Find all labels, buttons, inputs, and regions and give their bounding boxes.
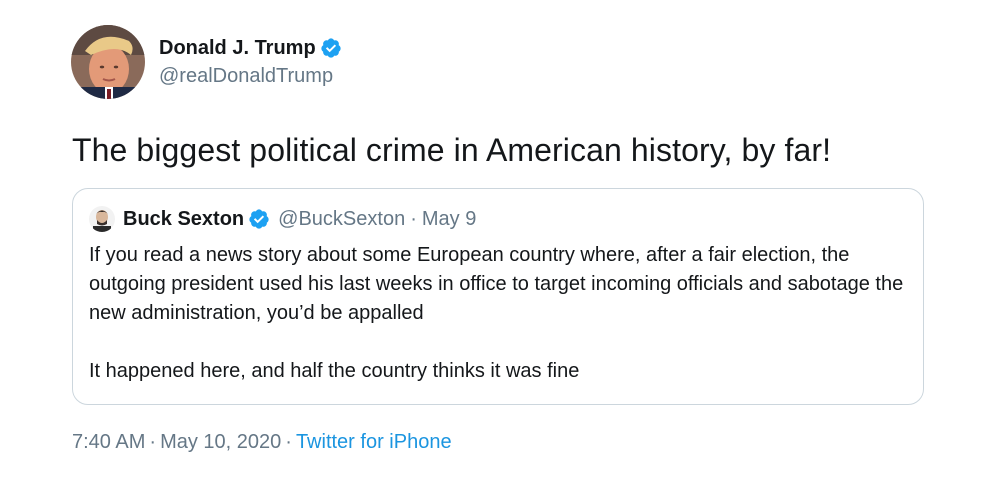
quoted-author-avatar[interactable] bbox=[89, 206, 115, 232]
tweet-date[interactable]: May 10, 2020 bbox=[160, 431, 281, 453]
tweet-text: The biggest political crime in American … bbox=[72, 132, 832, 168]
author-handle[interactable]: @realDonaldTrump bbox=[159, 63, 342, 89]
author-avatar[interactable] bbox=[71, 25, 145, 99]
separator-dot: · bbox=[410, 207, 417, 230]
tweet-source-link[interactable]: Twitter for iPhone bbox=[296, 431, 452, 453]
quoted-tweet[interactable]: Buck Sexton @BuckSexton · May 9 If you r… bbox=[72, 188, 924, 405]
quoted-tweet-date: May 9 bbox=[421, 207, 477, 230]
profile-photo-icon bbox=[89, 206, 115, 232]
verified-badge-icon bbox=[249, 209, 269, 229]
quoted-tweet-body: If you read a news story about some Euro… bbox=[89, 241, 907, 386]
quoted-tweet-paragraph: It happened here, and half the country t… bbox=[89, 360, 580, 382]
quoted-author-handle: @BuckSexton bbox=[278, 207, 406, 230]
quoted-author-name: Buck Sexton bbox=[123, 207, 245, 230]
author-info: Donald J. Trump @realDonaldTrump bbox=[159, 35, 342, 89]
author-name[interactable]: Donald J. Trump bbox=[159, 35, 316, 61]
profile-photo-icon bbox=[71, 25, 145, 99]
quoted-tweet-paragraph: If you read a news story about some Euro… bbox=[89, 244, 904, 324]
quoted-tweet-header: Buck Sexton @BuckSexton · May 9 bbox=[89, 205, 907, 233]
separator-dot: · bbox=[149, 431, 157, 453]
tweet-header: Donald J. Trump @realDonaldTrump bbox=[71, 24, 924, 100]
verified-badge-icon bbox=[321, 38, 341, 58]
tweet-time[interactable]: 7:40 AM bbox=[72, 431, 145, 453]
tweet-card: Donald J. Trump @realDonaldTrump The big… bbox=[71, 24, 924, 455]
author-name-row[interactable]: Donald J. Trump bbox=[159, 35, 342, 61]
tweet-meta: 7:40 AM · May 10, 2020 · Twitter for iPhone bbox=[72, 429, 924, 455]
separator-dot: · bbox=[285, 431, 292, 453]
